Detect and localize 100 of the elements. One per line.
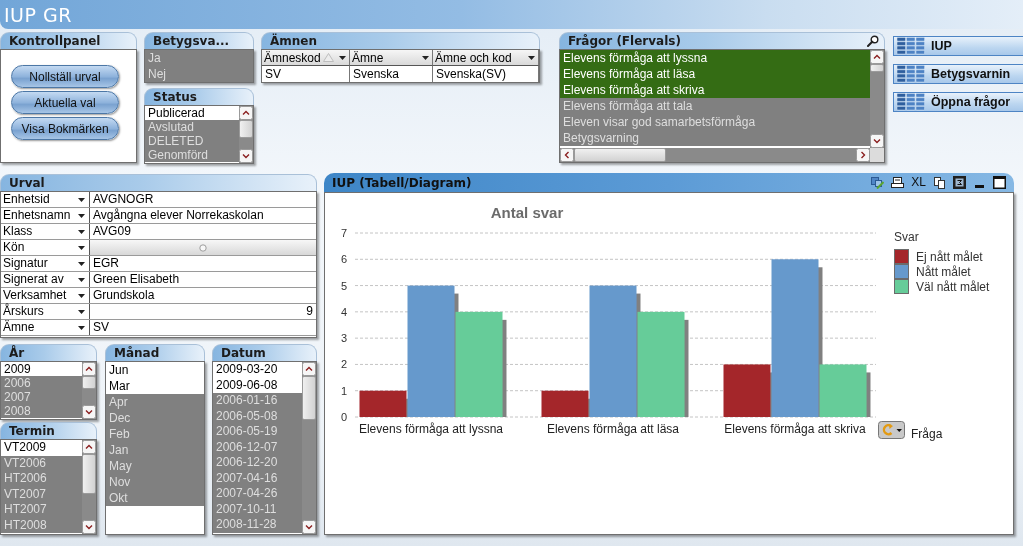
scrollbar[interactable]: [82, 362, 96, 419]
list-item[interactable]: 2006-01-16: [213, 393, 302, 409]
bar[interactable]: [359, 390, 407, 417]
list-item[interactable]: 2006: [1, 376, 82, 390]
maximize-icon[interactable]: [993, 176, 1006, 189]
copy-icon[interactable]: [933, 176, 946, 189]
sheet-button[interactable]: Öppna frågor: [893, 92, 1023, 112]
square-icon[interactable]: [953, 176, 966, 189]
dropdown-icon[interactable]: [528, 55, 535, 60]
scroll-right-icon[interactable]: [856, 148, 870, 162]
dropdown-icon[interactable]: [78, 213, 85, 218]
scroll-down-icon[interactable]: [870, 134, 884, 148]
scrollbar[interactable]: [302, 362, 316, 534]
field-value[interactable]: EGR: [90, 256, 316, 271]
field-value[interactable]: AVGNOGR: [90, 192, 316, 207]
scroll-thumb[interactable]: [82, 454, 96, 494]
clear-selections-button[interactable]: Nollställ urval: [11, 65, 119, 88]
column-header[interactable]: Ämne: [350, 50, 433, 66]
list-item[interactable]: 2007: [1, 390, 82, 404]
scroll-down-icon[interactable]: [302, 520, 316, 534]
list-item[interactable]: Feb: [106, 426, 204, 442]
list-item[interactable]: Jun: [106, 362, 204, 378]
scroll-thumb[interactable]: [574, 148, 666, 162]
scrollbar[interactable]: [239, 106, 253, 163]
list-item[interactable]: Nej: [145, 66, 253, 82]
horizontal-scrollbar[interactable]: [560, 148, 870, 162]
field-value[interactable]: 9: [90, 304, 316, 319]
empty-value-cell[interactable]: [90, 240, 316, 255]
scroll-down-icon[interactable]: [239, 149, 253, 163]
search-icon[interactable]: [867, 35, 879, 47]
list-item[interactable]: Elevens förmåga att läsa: [560, 66, 870, 82]
list-item[interactable]: Nov: [106, 474, 204, 490]
scroll-up-icon[interactable]: [82, 440, 96, 454]
dropdown-icon[interactable]: [78, 293, 85, 298]
list-item[interactable]: HT2007: [1, 502, 82, 518]
column-header[interactable]: Ämneskod: [262, 50, 350, 66]
field-value[interactable]: SV: [90, 320, 316, 335]
scroll-thumb[interactable]: [302, 376, 316, 420]
scrollbar[interactable]: [870, 50, 884, 148]
scroll-up-icon[interactable]: [239, 106, 253, 120]
scroll-up-icon[interactable]: [82, 362, 96, 376]
list-item[interactable]: 2008-11-28: [213, 517, 302, 533]
cycle-icon[interactable]: [878, 421, 905, 439]
list-item[interactable]: Elevens förmåga att tala: [560, 98, 870, 114]
scroll-up-icon[interactable]: [870, 50, 884, 64]
field-value[interactable]: Green Elisabeth: [90, 272, 316, 287]
excel-button[interactable]: XL: [911, 176, 926, 189]
field-value[interactable]: AVG09: [90, 224, 316, 239]
scroll-thumb[interactable]: [82, 376, 96, 389]
list-item[interactable]: Apr: [106, 394, 204, 410]
list-item[interactable]: Elevens förmåga att lyssna: [560, 50, 870, 66]
list-item[interactable]: Betygsvarning: [560, 130, 870, 146]
dropdown-icon[interactable]: [78, 309, 85, 314]
printer-icon[interactable]: [891, 176, 905, 189]
dropdown-icon[interactable]: [78, 229, 85, 234]
list-item[interactable]: VT2009: [1, 440, 82, 456]
list-item[interactable]: 2006-05-19: [213, 424, 302, 440]
dropdown-icon[interactable]: [78, 245, 85, 250]
field-value[interactable]: Avgångna elever Norrekaskolan: [90, 208, 316, 223]
sheet-button[interactable]: Betygsvarnin: [893, 64, 1023, 84]
field-value[interactable]: Grundskola: [90, 288, 316, 303]
list-item[interactable]: Jan: [106, 442, 204, 458]
list-item[interactable]: Mar: [106, 378, 204, 394]
sheet-button[interactable]: IUP: [893, 36, 1023, 56]
scroll-up-icon[interactable]: [302, 362, 316, 376]
scroll-down-icon[interactable]: [82, 405, 96, 419]
list-item[interactable]: Publicerad: [145, 106, 239, 120]
list-item[interactable]: May: [106, 458, 204, 474]
list-item[interactable]: 2009-03-20: [213, 362, 302, 378]
bookmarks-button[interactable]: Visa Bokmärken: [11, 117, 119, 140]
dropdown-icon[interactable]: [78, 325, 85, 330]
list-item[interactable]: Avslutad: [145, 120, 239, 134]
scrollbar[interactable]: [82, 440, 96, 534]
dropdown-icon[interactable]: [78, 277, 85, 282]
scroll-thumb[interactable]: [239, 120, 253, 138]
list-item[interactable]: Eleven visar god samarbetsförmåga: [560, 114, 870, 130]
list-item[interactable]: Genomförd: [145, 148, 239, 162]
list-item[interactable]: Elevens förmåga att skriva: [560, 82, 870, 98]
list-item[interactable]: 2007-04-26: [213, 486, 302, 502]
scroll-left-icon[interactable]: [560, 148, 574, 162]
layers-icon[interactable]: [871, 176, 885, 189]
bar[interactable]: [723, 364, 771, 417]
column-header[interactable]: Ämne och kod: [433, 50, 539, 66]
chart-title: Antal svar: [490, 204, 564, 221]
list-item[interactable]: 2006-12-20: [213, 455, 302, 471]
dropdown-icon[interactable]: [422, 55, 429, 60]
list-item[interactable]: 2009: [1, 362, 82, 376]
current-selections-button[interactable]: Aktuella val: [11, 91, 119, 114]
list-item[interactable]: Okt: [106, 490, 204, 506]
dropdown-icon[interactable]: [78, 197, 85, 202]
list-item[interactable]: Ja: [145, 50, 253, 66]
scroll-down-icon[interactable]: [82, 520, 96, 534]
list-item[interactable]: 2008: [1, 404, 82, 418]
list-item[interactable]: DELETED: [145, 134, 239, 148]
dropdown-icon[interactable]: [339, 55, 346, 60]
dropdown-icon[interactable]: [78, 261, 85, 266]
list-item[interactable]: HT2006: [1, 471, 82, 487]
scroll-thumb[interactable]: [870, 64, 884, 72]
list-item[interactable]: Dec: [106, 410, 204, 426]
bar[interactable]: [541, 390, 589, 417]
